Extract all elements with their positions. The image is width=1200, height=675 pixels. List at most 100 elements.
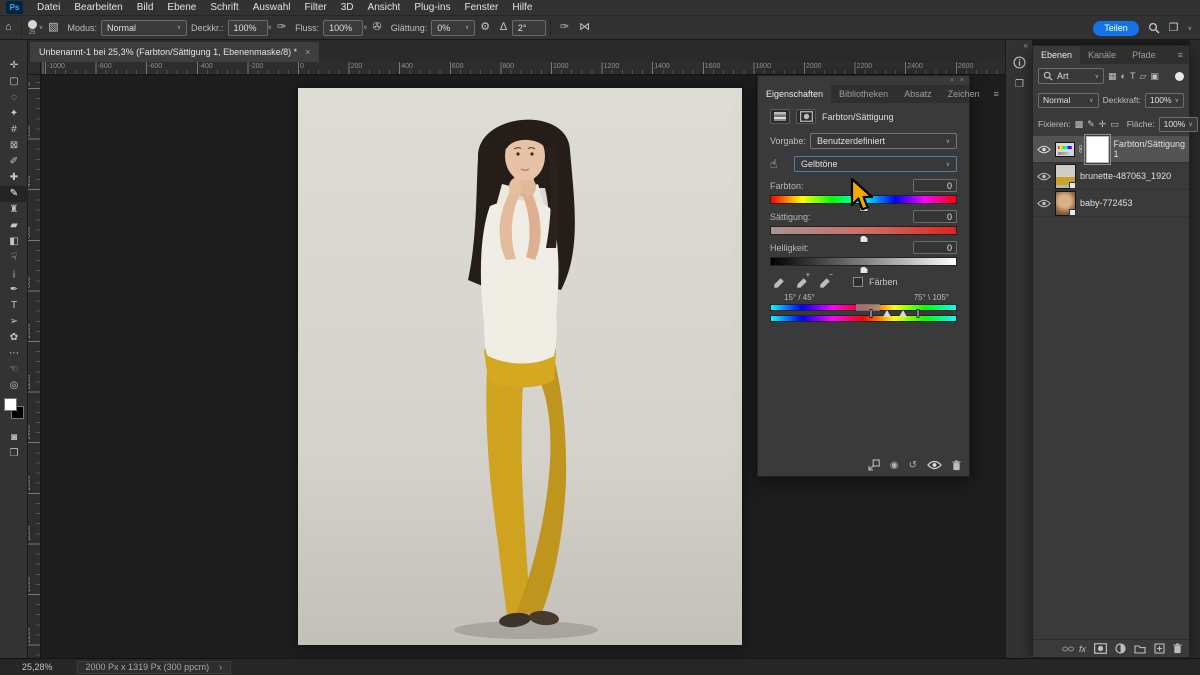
panel-menu-icon[interactable]: ≡ [1172,46,1189,64]
eyedropper-tool[interactable]: ✐ [0,154,28,170]
adjustment-layer-icon[interactable] [770,109,790,124]
layer-style-icon[interactable]: fx [1079,644,1086,654]
filter-toggle[interactable] [1175,71,1184,81]
home-icon[interactable]: ⌂ [5,22,12,33]
lasso-tool[interactable]: ◌ [0,90,28,106]
tab-pfade[interactable]: Pfade [1124,46,1164,64]
tab-bibliotheken[interactable]: Bibliotheken [831,85,896,103]
screen-mode-icon[interactable]: ❐ [0,448,28,459]
crop-tool[interactable]: # [0,122,28,138]
layer-blend-mode-select[interactable]: Normal ∨ [1038,92,1099,108]
hue-value-input[interactable]: 0 [913,179,957,192]
foreground-color-swatch[interactable] [4,398,17,411]
layer-name[interactable]: baby-772453 [1080,198,1133,208]
tab-eigenschaften[interactable]: Eigenschaften [758,85,832,103]
expand-panels-icon[interactable]: « [1006,40,1032,51]
zoom-level-input[interactable]: 25,28% [22,662,53,672]
eyedropper-add-icon[interactable]: + [793,272,810,289]
brush-settings-panel-icon[interactable]: ▧ [48,22,58,33]
delete-layer-icon[interactable] [1173,643,1182,654]
menu-item-plug-ins[interactable]: Plug-ins [407,0,457,16]
lightness-slider[interactable] [770,257,957,274]
new-adjustment-layer-icon[interactable] [1115,643,1126,654]
document-info[interactable]: 2000 Px x 1319 Px (300 ppcm) › [76,660,232,674]
range-handle-outer-right[interactable] [916,309,920,318]
range-handle-inner-left[interactable] [882,310,891,317]
layer-opacity-select[interactable]: 100% ∨ [1144,92,1184,108]
info-panel-icon[interactable] [1006,51,1033,73]
new-layer-icon[interactable] [1154,643,1165,654]
smudge-tool[interactable]: ☟ [0,250,28,266]
menu-item-auswahl[interactable]: Auswahl [246,0,298,16]
layer-row-adjustment[interactable]: Farbton/Sättigung 1 [1033,133,1189,165]
layer-row-brunette[interactable]: brunette-487063_1920 [1033,163,1189,190]
saturation-value-input[interactable]: 0 [913,210,957,223]
menu-item-ansicht[interactable]: Ansicht [361,0,408,16]
adjustment-layer-thumbnail[interactable] [1055,141,1075,157]
clip-to-layer-icon[interactable] [868,459,880,471]
tab-zeichen[interactable]: Zeichen [940,85,988,103]
menu-item-3d[interactable]: 3D [334,0,361,16]
layer-mask-button[interactable] [796,109,816,124]
quick-mask-icon[interactable]: ◙ [0,432,28,443]
layer-row-baby[interactable]: baby-772453 [1033,190,1189,217]
filter-smart-objects-icon[interactable]: ▣ [1150,71,1159,82]
brush-preset-picker[interactable]: 25 [27,19,37,36]
new-group-icon[interactable] [1134,644,1146,654]
tab-close-icon[interactable]: × [305,47,310,57]
panel-menu-icon[interactable]: ≡ [988,85,1005,103]
history-panel-icon[interactable]: ❒ [1006,73,1033,95]
layer-thumbnail[interactable] [1055,190,1076,216]
lock-pixels-icon[interactable]: ✎ [1087,119,1095,130]
more-tools[interactable]: ⋯ [0,346,28,362]
hue-range-ramps[interactable] [770,304,957,322]
lock-artboard-icon[interactable]: ▭ [1110,119,1119,130]
tab-kanaele[interactable]: Kanäle [1080,46,1124,64]
layer-visibility-toggle[interactable] [1037,145,1051,154]
dodge-tool[interactable]: ¡ [0,266,28,282]
lock-position-icon[interactable]: ✛ [1099,119,1107,130]
horizontal-ruler[interactable]: -1000 -800 -600 -400 -200 0 200 400 600 800 1000 12… [41,62,1005,75]
brush-preset-caret-icon[interactable]: ∨ [39,24,43,31]
zoom-tool[interactable]: ◎ [0,378,28,394]
status-chevron-icon[interactable]: › [219,662,222,672]
menu-item-bild[interactable]: Bild [130,0,161,16]
menu-item-hilfe[interactable]: Hilfe [505,0,539,16]
blend-mode-select[interactable]: Normal ∨ [100,19,187,36]
toggle-visibility-icon[interactable] [927,460,942,470]
panel-drag-bar[interactable]: « × [758,76,969,85]
workspace-caret-icon[interactable]: ∨ [1188,25,1192,32]
type-tool[interactable]: T [0,298,28,314]
search-icon[interactable] [1148,22,1160,34]
saturation-slider-thumb[interactable] [859,235,868,243]
filter-shape-layers-icon[interactable]: ▱ [1139,71,1146,82]
channel-select[interactable]: Gelbtöne ∨ [794,156,957,172]
layer-name[interactable]: Farbton/Sättigung 1 [1113,139,1185,159]
menu-item-fenster[interactable]: Fenster [457,0,505,16]
eraser-tool[interactable]: ▰ [0,218,28,234]
flow-select[interactable]: 100% [323,19,364,36]
saturation-slider[interactable] [770,226,957,243]
layer-thumbnail[interactable] [1055,163,1076,189]
range-handle-inner-right[interactable] [898,310,907,317]
rectangular-marquee-tool[interactable]: ▢ [0,74,28,90]
panel-collapse-icon[interactable]: « [950,77,954,84]
lightness-slider-thumb[interactable] [859,266,868,274]
layer-visibility-toggle[interactable] [1037,172,1051,181]
menu-item-datei[interactable]: Datei [30,0,67,16]
custom-shape-tool[interactable]: ✿ [0,330,28,346]
layer-visibility-toggle[interactable] [1037,199,1051,208]
delete-adjustment-icon[interactable] [952,460,961,471]
document-tab[interactable]: Unbenannt-1 bei 25,3% (Farbton/Sättigung… [30,42,320,62]
smoothing-gear-icon[interactable]: ⚙ [480,22,490,33]
view-previous-state-icon[interactable]: ◉ [890,460,899,471]
layer-filter-select[interactable]: Art ∨ [1038,68,1104,84]
colorize-checkbox[interactable] [853,276,863,287]
smoothing-select[interactable]: 0% ∨ [431,19,476,36]
opacity-caret-icon[interactable]: ∨ [268,24,272,31]
clone-stamp-tool[interactable]: ♜ [0,202,28,218]
hand-tool[interactable]: ☜ [0,362,28,378]
opacity-select[interactable]: 100% [227,19,268,36]
menu-item-bearbeiten[interactable]: Bearbeiten [67,0,129,16]
workspace-switcher-icon[interactable]: ❐ [1169,22,1179,34]
